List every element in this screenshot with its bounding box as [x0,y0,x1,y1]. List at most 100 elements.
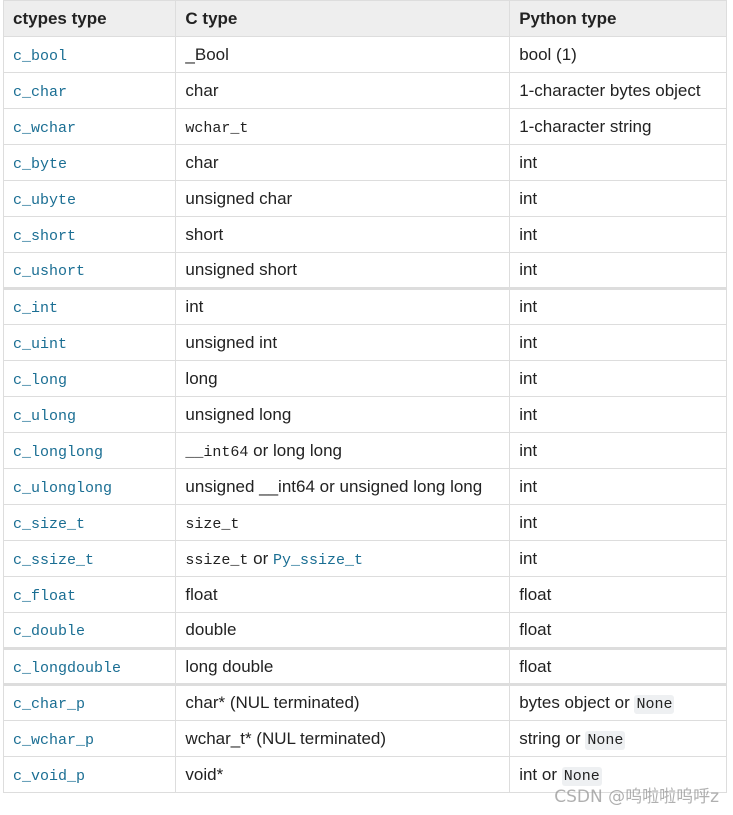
ctypes-type-link[interactable]: c_ulong [13,408,76,425]
cell-text: int [519,548,538,568]
ctypes-type-cell: c_float [2,576,177,613]
ctypes-type-cell: c_char [2,72,177,109]
ctypes-type-cell: c_wchar [2,108,177,145]
ctypes-type-cell: c_int [2,287,177,325]
ctypes-type-link[interactable]: c_size_t [13,516,85,533]
cell-text: int [519,476,538,496]
ctypes-type-cell: c_ulonglong [2,468,177,505]
cell-text: float [519,584,552,604]
python-type-cell: int [509,360,727,397]
c-type-cell: char [175,72,511,109]
python-type-cell: int [509,324,727,361]
ctypes-type-link[interactable]: c_longlong [13,444,103,461]
ctypes-type-link[interactable]: c_wchar_p [13,732,94,749]
none-literal: None [585,730,626,750]
ctypes-type-link[interactable]: c_float [13,588,76,605]
ctypes-type-link[interactable]: c_long [13,372,67,389]
table-row: c_longdouble long double float [2,647,727,685]
table-row: c_void_p void* int or None [2,756,727,793]
cell-text: int [519,512,538,532]
ctypes-type-link[interactable]: c_ssize_t [13,552,94,569]
c-type-cell: unsigned __int64 or unsigned long long [175,468,511,505]
ctypes-type-cell: c_short [2,216,177,253]
table-row: c_size_t size_t int [2,504,727,541]
ctypes-type-link[interactable]: c_char [13,84,67,101]
ctypes-type-link[interactable]: c_uint [13,336,67,353]
ctypes-type-link[interactable]: c_void_p [13,768,85,785]
none-literal: None [561,766,602,786]
python-type-cell: int [509,144,727,181]
c-type-cell: wchar_t* (NUL terminated) [175,720,511,757]
python-type-cell: int [509,396,727,433]
table-row: c_char char 1-character bytes object [2,72,727,109]
c-type-cell: short [175,216,511,253]
table-row: c_int int int [2,287,727,325]
c-type-cell: _Bool [175,36,511,73]
cell-text: long [185,368,218,388]
ctypes-type-link[interactable]: c_short [13,228,76,245]
cell-text: _Bool [185,44,229,64]
c-type-cell: int [175,287,511,325]
ctypes-type-cell: c_longdouble [2,647,177,685]
c-type-cell: char [175,144,511,181]
python-type-cell: string or None [509,720,727,757]
code-text: ssize_t [185,551,249,569]
c-type-cell: long double [175,647,511,685]
cell-text: int [519,332,538,352]
ctypes-type-link[interactable]: c_ubyte [13,192,76,209]
cell-text: unsigned short [185,260,297,279]
cell-text: float [519,656,552,676]
table-row: c_ulonglong unsigned __int64 or unsigned … [2,468,727,505]
c-type-cell: float [175,576,511,613]
cell-text: void* [185,764,224,784]
python-type-cell: int [509,540,727,577]
cell-text: float [185,584,218,604]
table-row: c_bool _Bool bool (1) [2,36,727,73]
cell-text: bool (1) [519,44,577,64]
ctypes-type-link[interactable]: c_ulonglong [13,480,112,497]
table-row: c_wchar wchar_t 1-character string [2,108,727,145]
ctypes-type-link[interactable]: c_bool [13,48,67,65]
table-row: c_short short int [2,216,727,253]
ctypes-type-link[interactable]: c_char_p [13,696,85,713]
python-type-cell: int [509,180,727,217]
header-python-type: Python type [509,0,727,37]
ctypes-type-link[interactable]: c_longdouble [13,660,121,677]
cell-text: unsigned char [185,188,293,208]
ctypes-type-cell: c_ssize_t [2,540,177,577]
ctypes-type-link[interactable]: c_ushort [13,263,85,280]
python-type-cell: 1-character bytes object [509,72,727,109]
cell-text: int [519,440,538,460]
cell-text: int [185,297,204,316]
table-row: c_longlong __int64 or long long int [2,432,727,469]
cell-text: int [519,152,538,172]
c-type-cell: unsigned short [175,252,511,289]
table-row: c_ubyte unsigned char int [2,180,727,217]
ctypes-type-link[interactable]: c_double [13,623,85,640]
ctypes-type-link[interactable]: c_int [13,300,58,317]
cell-text: string or [519,728,586,748]
cell-text: 1-character bytes object [519,80,701,100]
python-type-cell: int [509,504,727,541]
header-row: ctypes type C type Python type [2,0,727,37]
table-row: c_wchar_p wchar_t* (NUL terminated) string… [2,720,727,757]
cell-text: int [519,188,538,208]
cell-text: char [185,152,219,172]
python-type-cell: int [509,468,727,505]
cell-text: 1-character string [519,116,652,136]
ctypes-type-cell: c_long [2,360,177,397]
python-type-cell: int or None [509,756,727,793]
ctypes-type-cell: c_ulong [2,396,177,433]
c-type-cell: unsigned char [175,180,511,217]
python-type-cell: float [509,612,727,649]
table-row: c_uint unsigned int int [2,324,727,361]
cell-text: int or [519,764,562,784]
ctypes-type-cell: c_void_p [2,756,177,793]
ctypes-type-link[interactable]: c_wchar [13,120,76,137]
type-link[interactable]: Py_ssize_t [273,552,363,569]
cell-text: int [519,260,538,279]
ctypes-type-cell: c_wchar_p [2,720,177,757]
table-row: c_float float float [2,576,727,613]
ctypes-type-link[interactable]: c_byte [13,156,67,173]
table-row: c_byte char int [2,144,727,181]
